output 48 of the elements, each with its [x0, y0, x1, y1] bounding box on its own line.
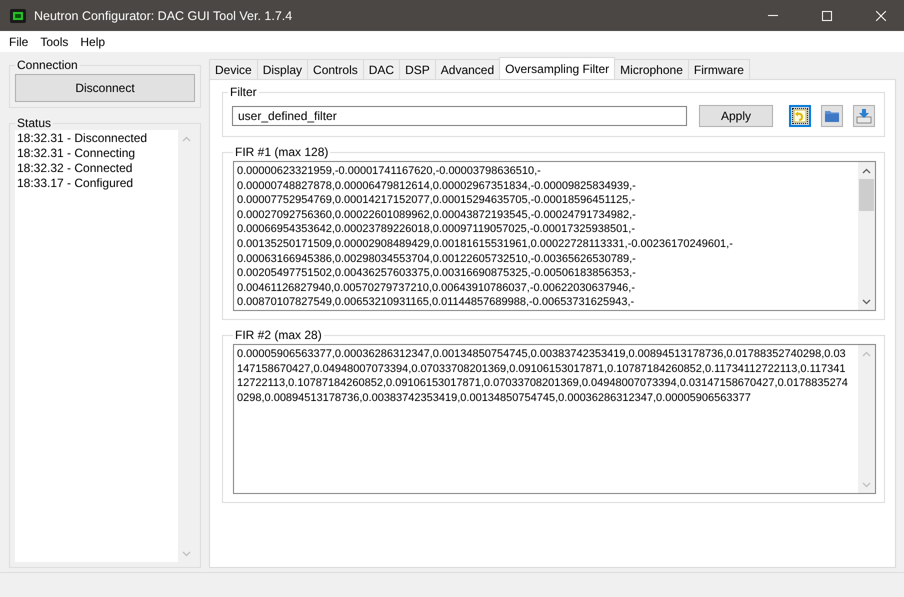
group-title: FIR #2 (max 28): [234, 328, 323, 342]
group-title: Filter: [229, 85, 258, 99]
minimize-icon: [768, 15, 778, 16]
menu-item[interactable]: Help: [74, 34, 112, 48]
window-title: Neutron Configurator: DAC GUI Tool Ver. 1.7.4: [34, 8, 294, 22]
menu-item[interactable]: File: [3, 34, 34, 48]
coefficient-line: 0.00135250171509,0.00002908489429,0.00181615531961,0.00022728113331,-0.00236170249601,-: [237, 236, 734, 252]
tab[interactable]: Display: [256, 59, 308, 79]
maximize-icon: [822, 10, 832, 20]
coefficient-line: 0.00007752954769,0.00014217152077,0.00015294635705,-0.00018596451125,-: [237, 193, 636, 208]
scroll-up-icon[interactable]: [862, 168, 871, 174]
status-entry: 18:32.31 - Disconnected: [17, 131, 148, 146]
tray-arrow-icon: [856, 108, 872, 124]
status-entry: 18:32.31 - Connecting: [17, 146, 136, 161]
scroll-down-icon[interactable]: [862, 298, 871, 304]
status-entry: 18:32.32 - Connected: [17, 161, 134, 176]
tab[interactable]: Oversampling Filter: [499, 57, 616, 79]
status-entry: 18:33.17 - Configured: [17, 176, 134, 191]
coefficient-line: 0.00005906563377,0.00036286312347,0.00134850754745,0.00383742353419,0.00894513178736,0.01788352740298,0.03: [237, 347, 847, 362]
tab[interactable]: Device: [209, 59, 258, 79]
filter-name-field[interactable]: user_defined_filter: [232, 106, 687, 126]
tab[interactable]: Microphone: [614, 59, 689, 79]
coefficient-line: 0.00205497751502,0.00436257603375,0.00316690875325,-0.00506183856353,-: [237, 266, 637, 281]
coefficient-line: 0.00000623321959,-0.00001741167620,-0.00003798636510,-: [237, 164, 542, 179]
coefficient-line: 0.00063166945386,0.00298034553704,0.00122605732510,-0.00365626530789,-: [237, 252, 637, 266]
icon-button[interactable]: [789, 105, 811, 127]
folder-icon: [824, 109, 840, 123]
chip-icon: [10, 8, 26, 24]
coefficient-line: 0.00027092756360,0.00022601089962,0.00043872193545,-0.00024791734982,-: [237, 208, 637, 222]
close-icon: [876, 10, 886, 20]
coefficient-line: 0.00870107827549,0.00653210931165,0.01144857689988,-0.00653731625943,-: [237, 295, 636, 310]
coefficient-line: 0.00461126827940,0.00570279737210,0.00643910786037,-0.00622030637946,-: [237, 280, 636, 296]
group-title: FIR #1 (max 128): [234, 145, 330, 159]
scroll-thumb[interactable]: [859, 179, 874, 211]
coefficient-text-area[interactable]: [233, 161, 876, 311]
coefficient-line: 12722113,0.10787184260852,0.09106153017871,0.07033708201369,0.04948007073394,0.03147158670427,0.0178835274: [237, 376, 849, 391]
tab[interactable]: Firmware: [688, 59, 750, 79]
coefficient-line: 0298,0.00894513178736,0.00383742353419,0.00134850754745,0.00036286312347,0.00005906563377: [237, 390, 752, 406]
group-title: Connection: [16, 58, 79, 72]
coefficient-line: 0.00066954353642,0.00023789226018,0.00097119057025,-0.00017325938501,-: [237, 222, 636, 237]
group-title: Status: [16, 116, 52, 130]
menu-item[interactable]: Tools: [34, 34, 74, 48]
coefficient-line: 147158670427,0.04948007073394,0.07033708201369,0.09106153017871,0.10787184260852,0.11734112722113,0.117341: [237, 362, 846, 376]
coefficient-line: 0.00000748827878,0.00006479812614,0.00002967351834,-0.00009825834939,-: [237, 178, 637, 194]
coefficient-text-area[interactable]: [233, 344, 876, 494]
scrollbar[interactable]: [858, 162, 875, 310]
disconnect-button[interactable]: Disconnect: [15, 74, 195, 102]
apply-button[interactable]: Apply: [699, 105, 773, 127]
